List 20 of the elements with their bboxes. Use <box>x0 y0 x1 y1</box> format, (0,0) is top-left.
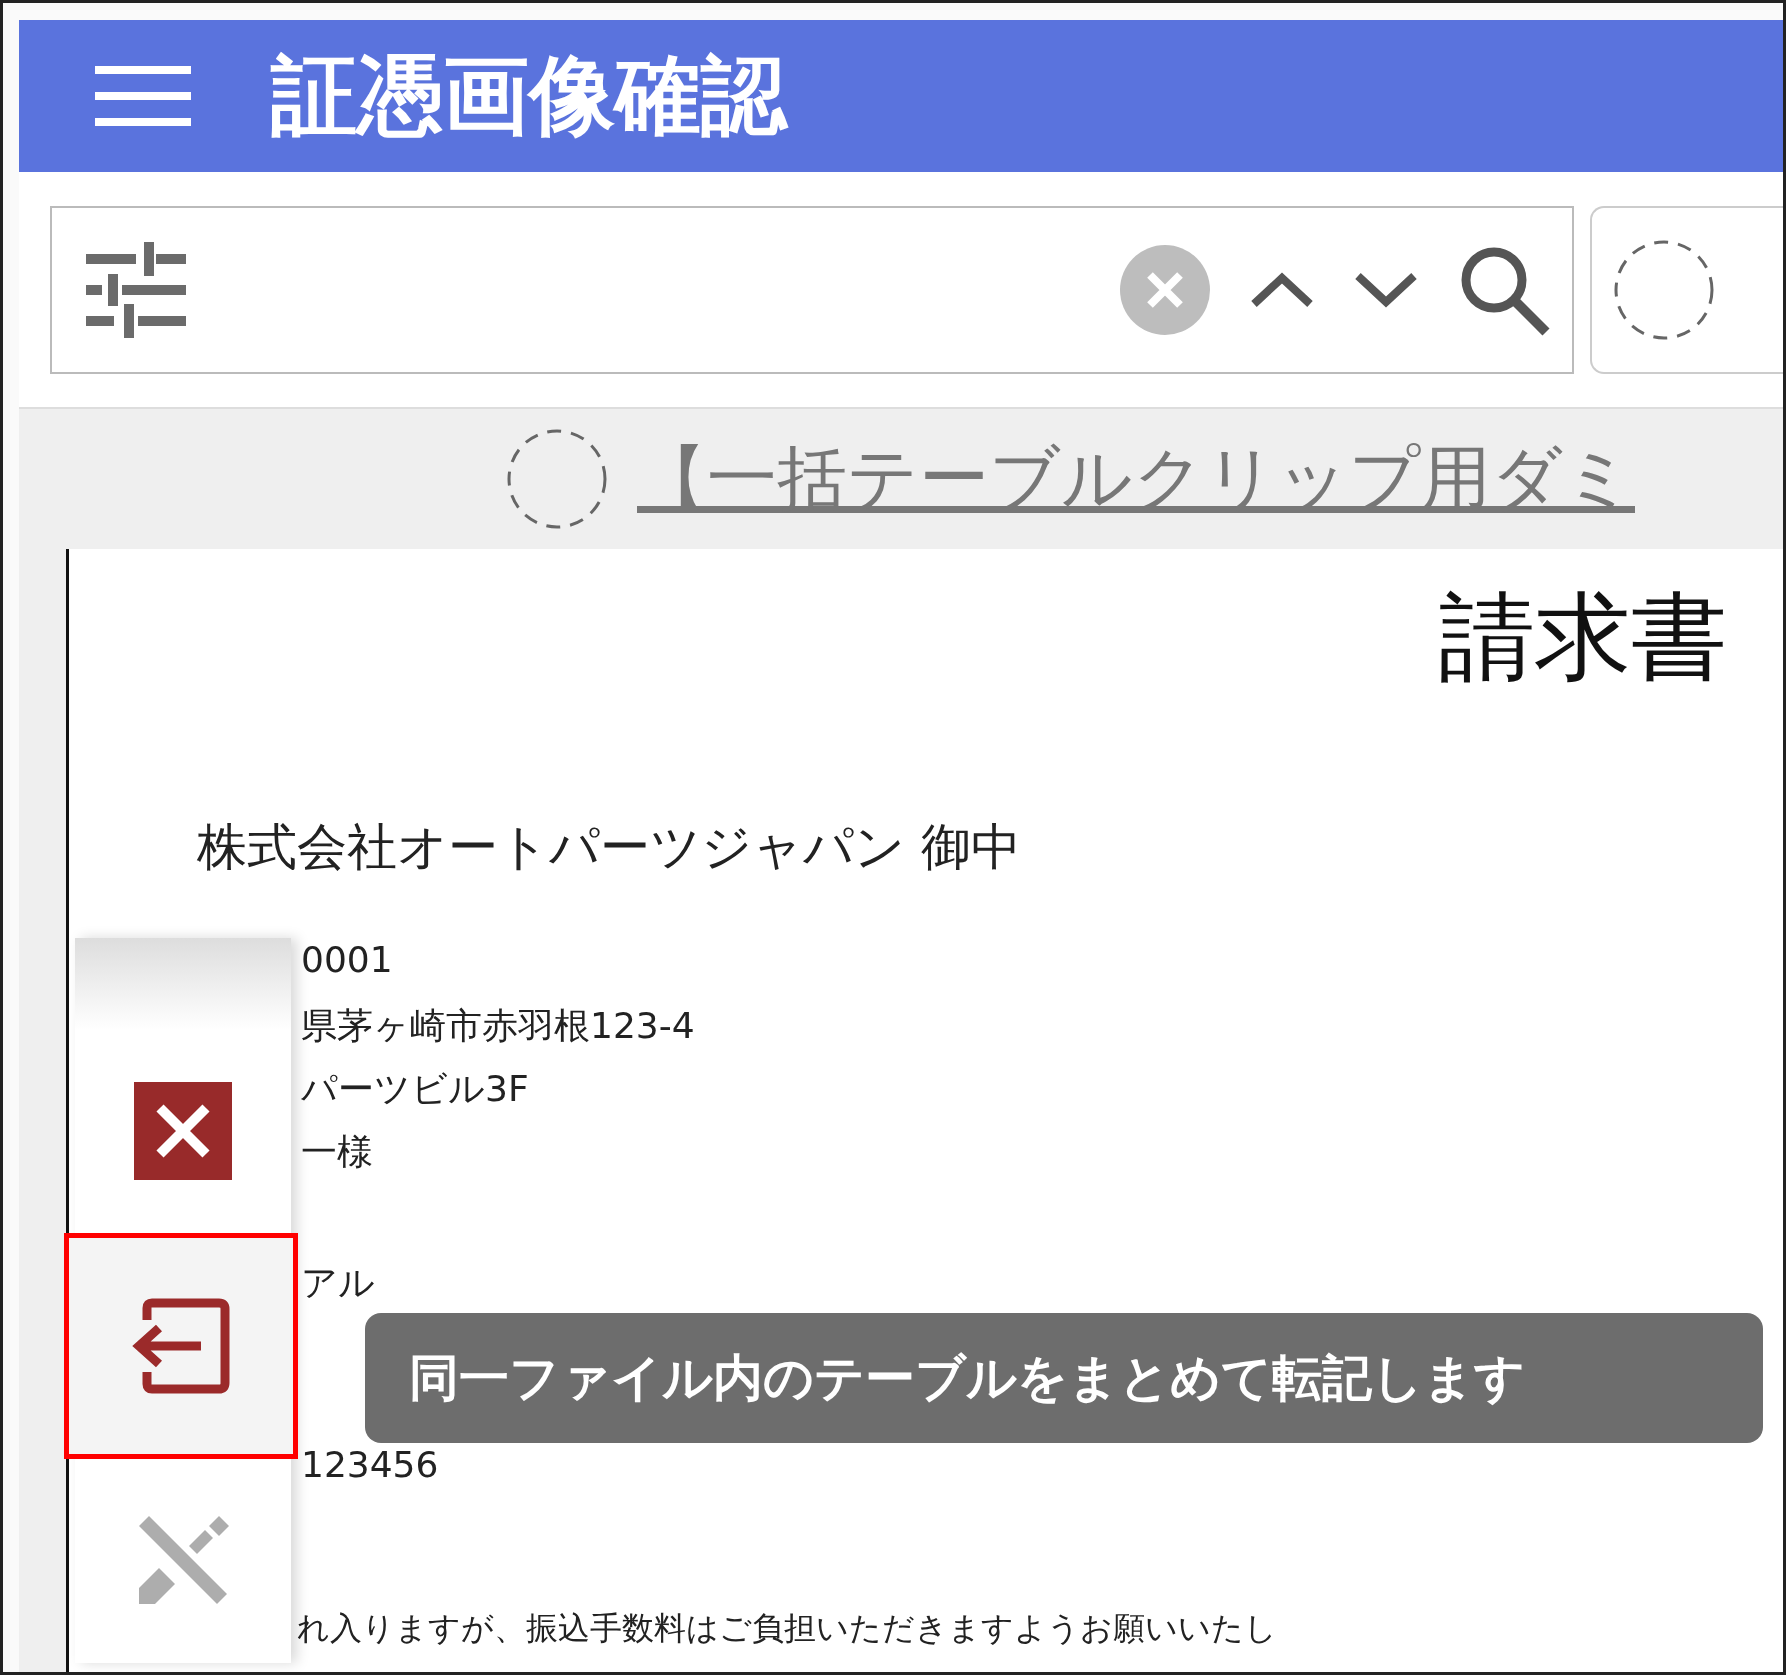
menu-icon[interactable] <box>95 66 191 126</box>
page-title: 証憑画像確認 <box>271 43 787 147</box>
addressee-text: 株式会社オートパーツジャパン 御中 <box>197 817 1022 878</box>
document-title: 請求書 <box>1439 580 1728 695</box>
chevron-up-icon[interactable] <box>1249 271 1314 308</box>
document-text: れ入りますが、振込手数料はご負担いただきますようお願いいたし <box>297 1608 1277 1649</box>
arrow-into-box-icon <box>131 1298 231 1395</box>
document-text: 県茅ヶ崎市赤羽根123-4 <box>301 1004 695 1048</box>
document-text: パーツビル3F <box>301 1067 529 1111</box>
chevron-down-icon[interactable] <box>1353 271 1418 308</box>
document-text: 123456 <box>301 1444 439 1487</box>
dashed-circle-icon <box>505 427 609 531</box>
document-text: アル <box>301 1261 375 1305</box>
document-text: 一様 <box>301 1130 373 1174</box>
tooltip: 同一ファイル内のテーブルをまとめて転記します <box>365 1313 1763 1443</box>
document-text: 0001 <box>301 939 393 982</box>
tool-button[interactable] <box>67 1236 295 1457</box>
close-icon <box>134 1082 232 1180</box>
filter-sliders-icon[interactable] <box>86 241 186 338</box>
search-field[interactable] <box>50 205 1574 374</box>
